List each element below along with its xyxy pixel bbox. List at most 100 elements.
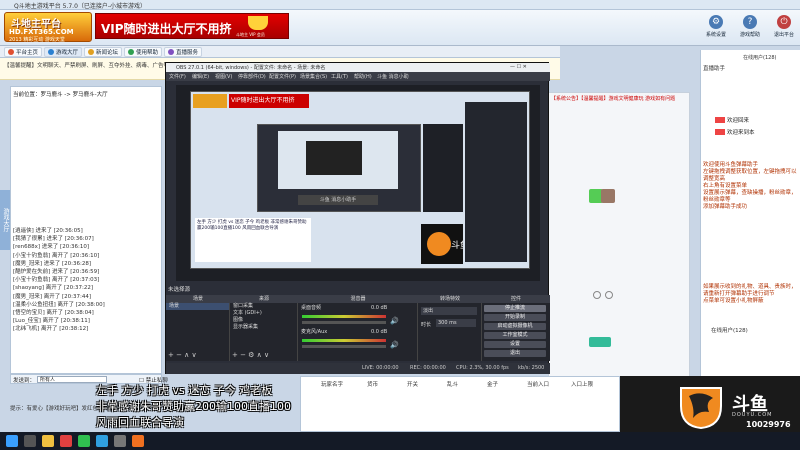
vip-banner[interactable]: VIP随时进出大厅不用挤 斗地主 VIP 会员 [95, 13, 289, 39]
col-gold[interactable]: 金子 [487, 380, 498, 388]
chat-row: [小宝十钓鱼翁] 离开了 [20:37:03] [13, 277, 100, 284]
nested-logo [193, 94, 227, 108]
scene-item[interactable]: 场景 [166, 303, 229, 310]
window-controls[interactable]: — ☐ ✕ [510, 64, 527, 70]
settings-icon[interactable] [605, 291, 613, 299]
bitrate: kb/s: 2500 [518, 365, 545, 371]
nested-capture-1: VIP随时进出大厅不用挤 斗鱼 消息小助手 左手 方少 打虎 vs 迷恋 子今 … [190, 91, 530, 269]
obs-title-bar: OBS 27.0.1 (64-bit, windows) - 配置文件: 未命名… [166, 63, 550, 72]
menu-edit[interactable]: 编辑(E) [192, 73, 209, 80]
smile-icon[interactable] [593, 291, 601, 299]
mixer-dock: 桌面音频 0.0 dB 🔊 麦克风/Aux 0.0 dB 🔊 [298, 303, 418, 361]
menu-docks[interactable]: 停靠部件(D) [238, 73, 266, 80]
menu-help[interactable]: 帮助(H) [354, 73, 372, 80]
tab-game-hall[interactable]: 游戏大厅 [44, 47, 83, 57]
file-explorer-icon[interactable] [42, 435, 54, 447]
send-button[interactable] [589, 337, 611, 347]
col-brawl[interactable]: 乱斗 [447, 380, 458, 388]
dock-header-scenes: 场景 [166, 295, 230, 303]
menu-view[interactable]: 视图(V) [215, 73, 232, 80]
menu-file[interactable]: 文件(F) [169, 73, 186, 80]
chat-row: [魔男_冠来] 离开了 [20:37:44] [13, 293, 92, 300]
subtitle-line-3: 风雨回血联合导演 [96, 416, 184, 429]
dock-header-transitions: 转场特效 [418, 295, 482, 303]
menu-tools[interactable]: 工具(T) [331, 73, 348, 80]
sources-dock: 窗口采集 文本 (GDI+) 图像 显示器采集 + − ⚙ ∧ ∨ [230, 303, 298, 361]
nav-tabs: 平台主页 游戏大厅 新闻论坛 使用帮助 直播服务 [0, 46, 560, 58]
nested-right-dock [465, 102, 527, 262]
help-book-icon [128, 49, 134, 55]
source-item[interactable]: 显示器采集 [230, 324, 297, 331]
obs-preview[interactable]: VIP随时进出大厅不用挤 斗鱼 消息小助手 左手 方少 打虎 vs 迷恋 子今 … [176, 85, 540, 281]
col-entry[interactable]: 当前入口 [527, 380, 549, 388]
obs-menu-bar: 文件(F) 编辑(E) 视图(V) 停靠部件(D) 配置文件(P) 场景集合(S… [166, 72, 550, 81]
chat-row: [逍遥侠] 进来了 [20:36:05] [13, 228, 83, 234]
duration-label: 时长 [421, 322, 432, 328]
obs-title: OBS 27.0.1 (64-bit, windows) - 配置文件: 未命名… [176, 65, 326, 71]
nested-capture-2: 斗鱼 消息小助手 [257, 124, 421, 212]
wechat-icon[interactable] [78, 435, 90, 447]
rec-time: REC: 00:00:00 [410, 365, 446, 371]
qq-icon[interactable] [96, 435, 108, 447]
col-currency[interactable]: 货币 [367, 380, 378, 388]
menu-profile[interactable]: 配置文件(P) [269, 73, 296, 80]
game-room-panel: 【系统公告】【温馨提醒】游戏文明健康玩 游戏如有问题 [548, 92, 690, 392]
send-to-label: 发送到： [13, 378, 36, 384]
tab-help[interactable]: 使用帮助 [124, 47, 163, 57]
subtitle-line-2: 非常感谢朱哥赞助赢200输100直播100 [96, 400, 291, 413]
live-time: LIVE: 00:00:00 [362, 365, 399, 371]
hall-icon [48, 49, 54, 55]
search-icon[interactable] [24, 435, 36, 447]
nested-side-dock [423, 124, 463, 212]
speaker-icon[interactable]: 🔊 [390, 317, 399, 325]
chat-row: [Luo_佳宝] 离开了 [20:38:11] [13, 318, 90, 325]
source-item[interactable]: 文本 (GDI+) [230, 310, 297, 317]
start-recording-button[interactable]: 开始录制 [484, 314, 546, 321]
exit-button[interactable]: 退出 [484, 350, 546, 357]
game-help-button[interactable]: ? 游戏帮助 [736, 13, 764, 43]
assistant-messages-2: 如果展示收到的礼物、道具、贵族时，请重新打开弹幕助手进行调节 点菜单可设置小礼物… [703, 284, 797, 304]
studio-mode-button[interactable]: 工作室模式 [484, 332, 546, 339]
nested-ad-text: 斗鱼 消息小助手 [298, 195, 378, 205]
chat-row: [北纬飞机] 离开了 [20:38:12] [13, 326, 89, 333]
col-player-name[interactable]: 玩家名字 [321, 380, 343, 388]
platform-logo[interactable]: 斗地主平台 HD.FXT365.COM 2013 精彩互动 游戏天堂 [4, 12, 92, 43]
col-entry-limit[interactable]: 入口上限 [571, 380, 593, 388]
help-icon: ? [743, 15, 757, 29]
user-avatar[interactable] [601, 189, 615, 203]
volume-meter [302, 315, 386, 318]
side-tab-game-hall[interactable]: 游戏大厅 [0, 190, 10, 250]
scene-toolbar-icons[interactable]: + − ∧ ∨ [168, 351, 197, 359]
douyu-icon[interactable] [132, 435, 144, 447]
forum-icon [88, 49, 94, 55]
col-switch[interactable]: 开关 [407, 380, 418, 388]
nested-capture-4 [306, 141, 362, 175]
source-toolbar-icons[interactable]: + − ⚙ ∧ ∨ [232, 351, 269, 359]
speaker-icon[interactable]: 🔊 [390, 341, 399, 349]
tab-live[interactable]: 直播服务 [164, 47, 203, 57]
settings-button[interactable]: 设置 [484, 341, 546, 348]
obs-status-bar: LIVE: 00:00:00 REC: 00:00:00 CPU: 2.3%, … [166, 363, 550, 374]
volume-slider[interactable] [302, 345, 386, 348]
stop-streaming-button[interactable]: 停止推流 [484, 305, 546, 312]
assistant-welcome-row-2: 欢迎来到本 [715, 128, 755, 136]
virtual-camera-button[interactable]: 启动虚拟摄像机 [484, 323, 546, 330]
source-item[interactable]: 图像 [230, 317, 297, 324]
chrome-icon[interactable] [60, 435, 72, 447]
tab-forum[interactable]: 新闻论坛 [84, 47, 123, 57]
chat-row: [酷炉爱在失前] 进来了 [20:36:59] [13, 268, 100, 275]
transition-select[interactable]: 淡出 [421, 307, 477, 315]
chat-panel: 当前位置：罗马鹿斗 -> 罗马鹿斗-大厅 [逍遥侠] 进来了 [20:36:05… [10, 86, 162, 374]
windows-start-icon[interactable] [6, 435, 18, 447]
dock-header-sources: 来源 [230, 295, 298, 303]
obs-icon[interactable] [114, 435, 126, 447]
menu-scene-collection[interactable]: 场景集合(S) [300, 73, 327, 80]
exit-platform-button[interactable]: ⏻ 退出平台 [770, 13, 798, 43]
nested-subtitle-text: 左手 方少 打虎 vs 迷恋 子今 鸡老板 非常感谢朱哥赞助赢200输100直播… [195, 218, 311, 262]
volume-slider[interactable] [302, 321, 386, 324]
system-settings-button[interactable]: ⚙ 系统设置 [702, 13, 730, 43]
duration-input[interactable]: 300 ms [436, 319, 476, 327]
menu-douyu[interactable]: 斗鱼 消息小助 [377, 73, 409, 80]
source-item[interactable]: 窗口采集 [230, 303, 297, 310]
tab-home[interactable]: 平台主页 [4, 47, 43, 57]
